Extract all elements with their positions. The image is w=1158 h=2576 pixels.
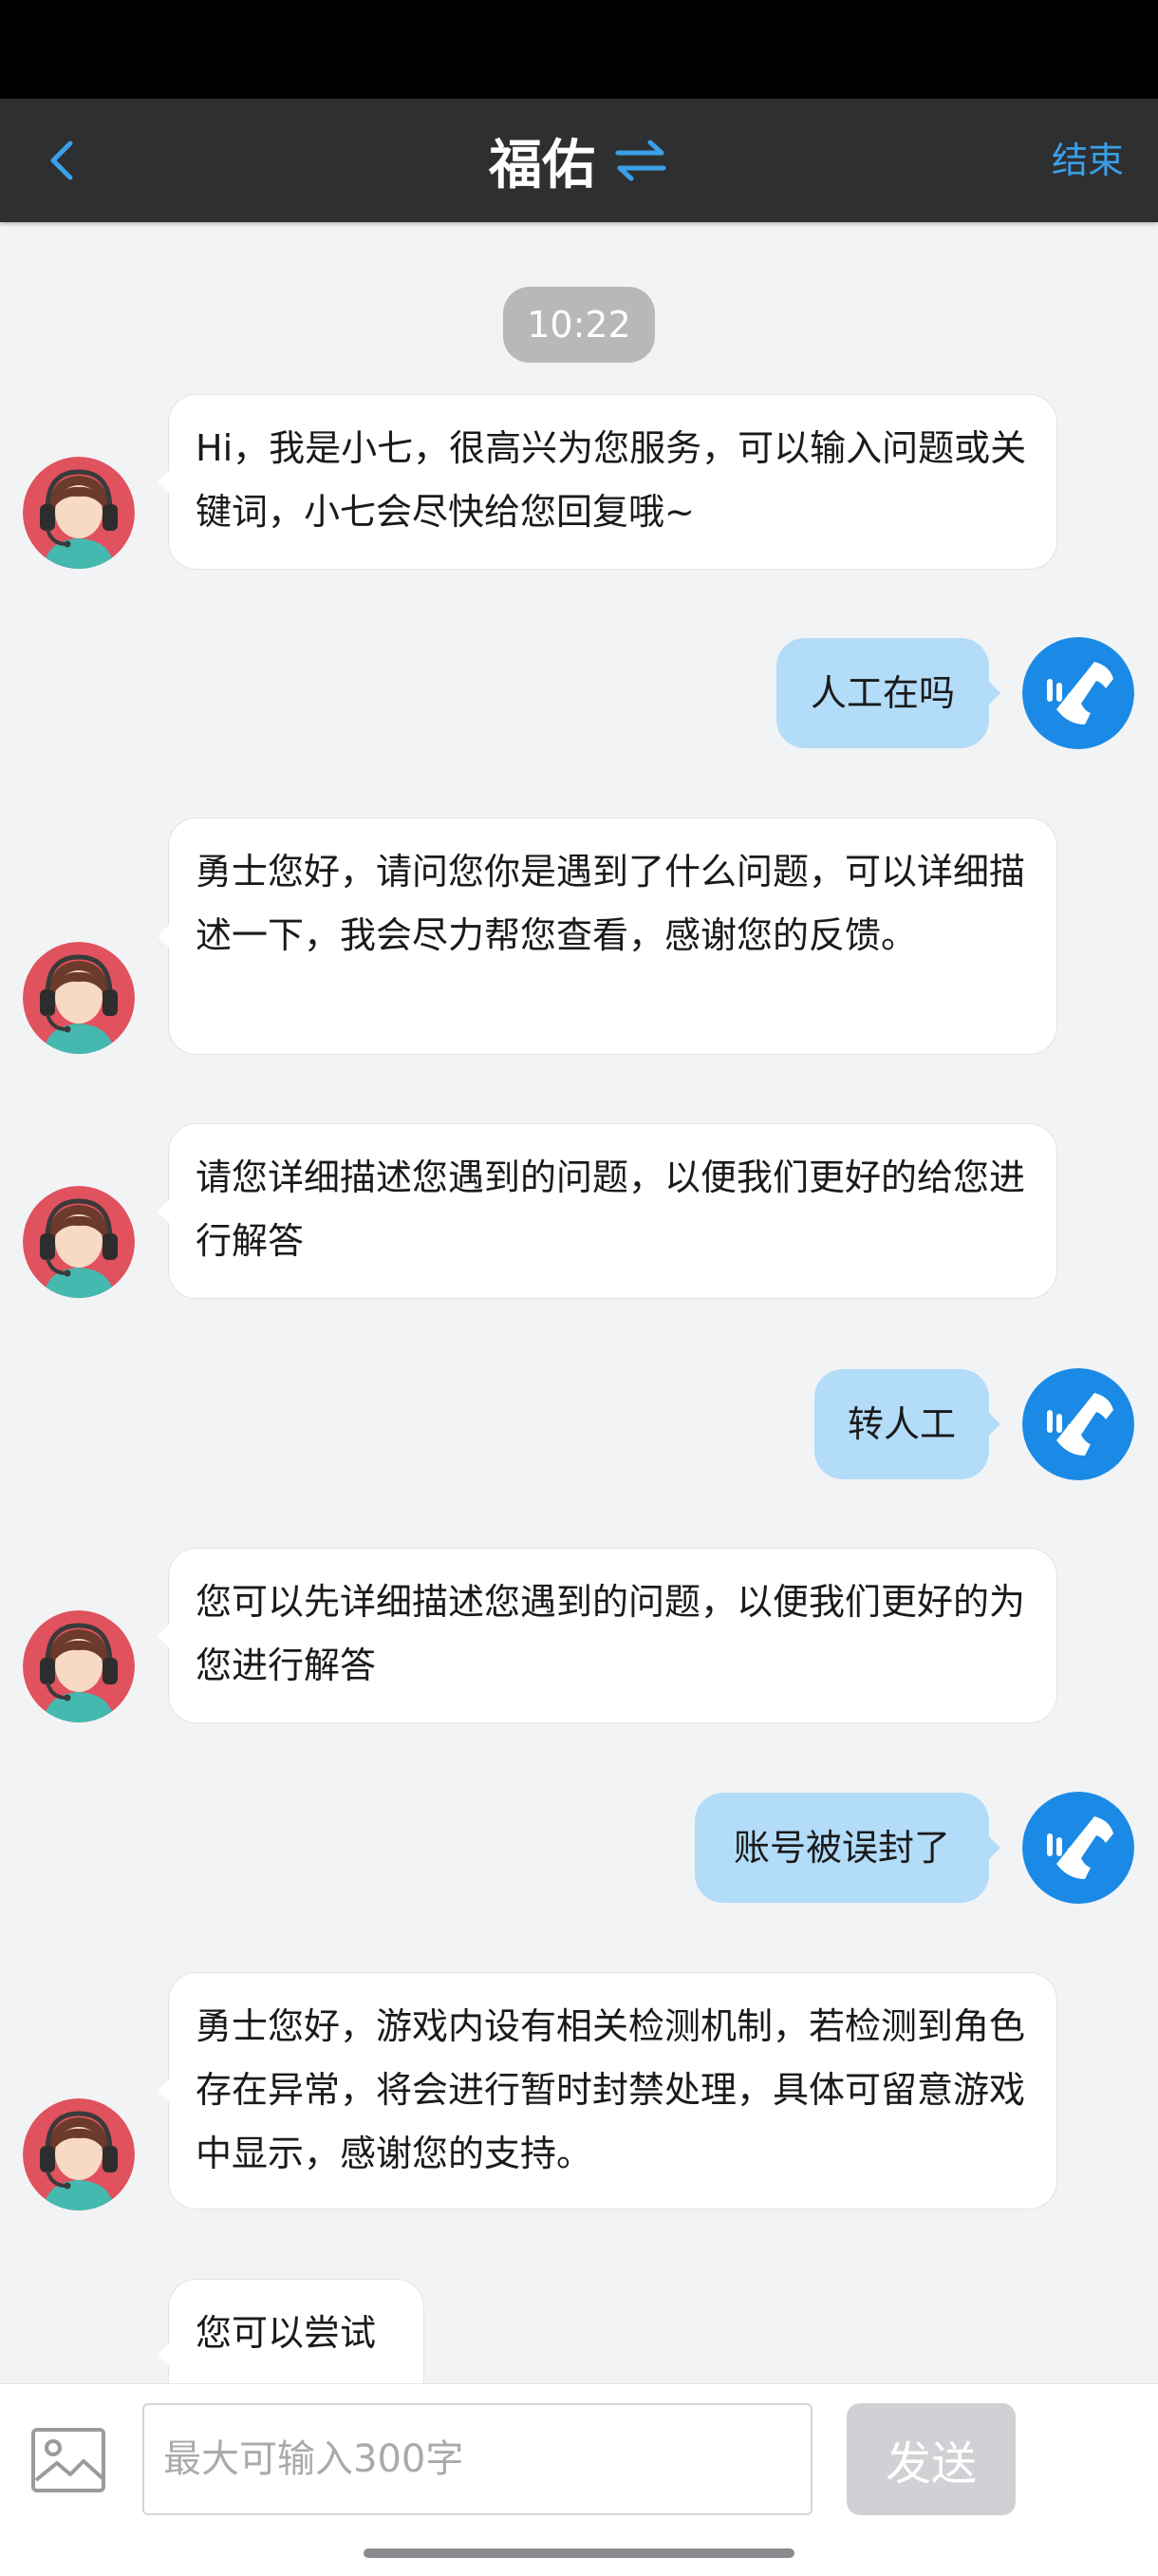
message-input[interactable] bbox=[142, 2403, 812, 2515]
page-title: 福佑 bbox=[0, 99, 1158, 222]
timestamp-badge: 10:22 bbox=[503, 287, 655, 363]
agent-message-bubble[interactable]: 勇士您好，请问您你是遇到了什么问题，可以详细描述一下，我会尽力帮您查看，感谢您的… bbox=[158, 818, 1057, 1055]
chat-area[interactable]: 10:22 Hi，我是小七，很高兴为您服务，可以输入问题或关键词，小七会尽快给您… bbox=[0, 222, 1158, 2383]
user-avatar[interactable] bbox=[1022, 1368, 1134, 1480]
user-avatar[interactable] bbox=[1022, 637, 1134, 749]
title-text: 福佑 bbox=[489, 134, 595, 197]
image-icon[interactable] bbox=[30, 2427, 106, 2493]
agent-message-bubble[interactable]: Hi，我是小七，很高兴为您服务，可以输入问题或关键词，小七会尽快给您回复哦~ bbox=[158, 394, 1057, 570]
agent-message-bubble[interactable]: 请您详细描述您遇到的问题，以便我们更好的给您进行解答 bbox=[158, 1123, 1057, 1299]
user-message-bubble[interactable]: 账号被误封了 bbox=[695, 1793, 1000, 1903]
agent-message-bubble[interactable]: 您可以尝试 bbox=[158, 2279, 424, 2383]
agent-message-bubble[interactable]: 勇士您好，游戏内设有相关检测机制，若检测到角色存在异常，将会进行暂时封禁处理，具… bbox=[158, 1972, 1057, 2209]
input-bar: 发送 bbox=[0, 2383, 1158, 2576]
end-chat-button[interactable]: 结束 bbox=[1052, 99, 1124, 222]
agent-message-bubble[interactable]: 您可以先详细描述您遇到的问题，以便我们更好的为您进行解答 bbox=[158, 1548, 1057, 1723]
header-bar: 福佑 结束 bbox=[0, 99, 1158, 222]
agent-avatar[interactable] bbox=[23, 942, 135, 1054]
send-button[interactable]: 发送 bbox=[847, 2403, 1016, 2515]
agent-avatar[interactable] bbox=[23, 457, 135, 569]
user-avatar[interactable] bbox=[1022, 1792, 1134, 1904]
status-bar bbox=[0, 0, 1158, 99]
user-message-bubble[interactable]: 转人工 bbox=[814, 1369, 1000, 1479]
agent-avatar[interactable] bbox=[23, 1186, 135, 1298]
agent-avatar[interactable] bbox=[23, 1610, 135, 1722]
user-message-bubble[interactable]: 人工在吗 bbox=[776, 638, 1000, 748]
home-indicator bbox=[364, 2548, 794, 2558]
agent-avatar[interactable] bbox=[23, 2098, 135, 2210]
swap-arrows-icon[interactable] bbox=[612, 137, 669, 184]
